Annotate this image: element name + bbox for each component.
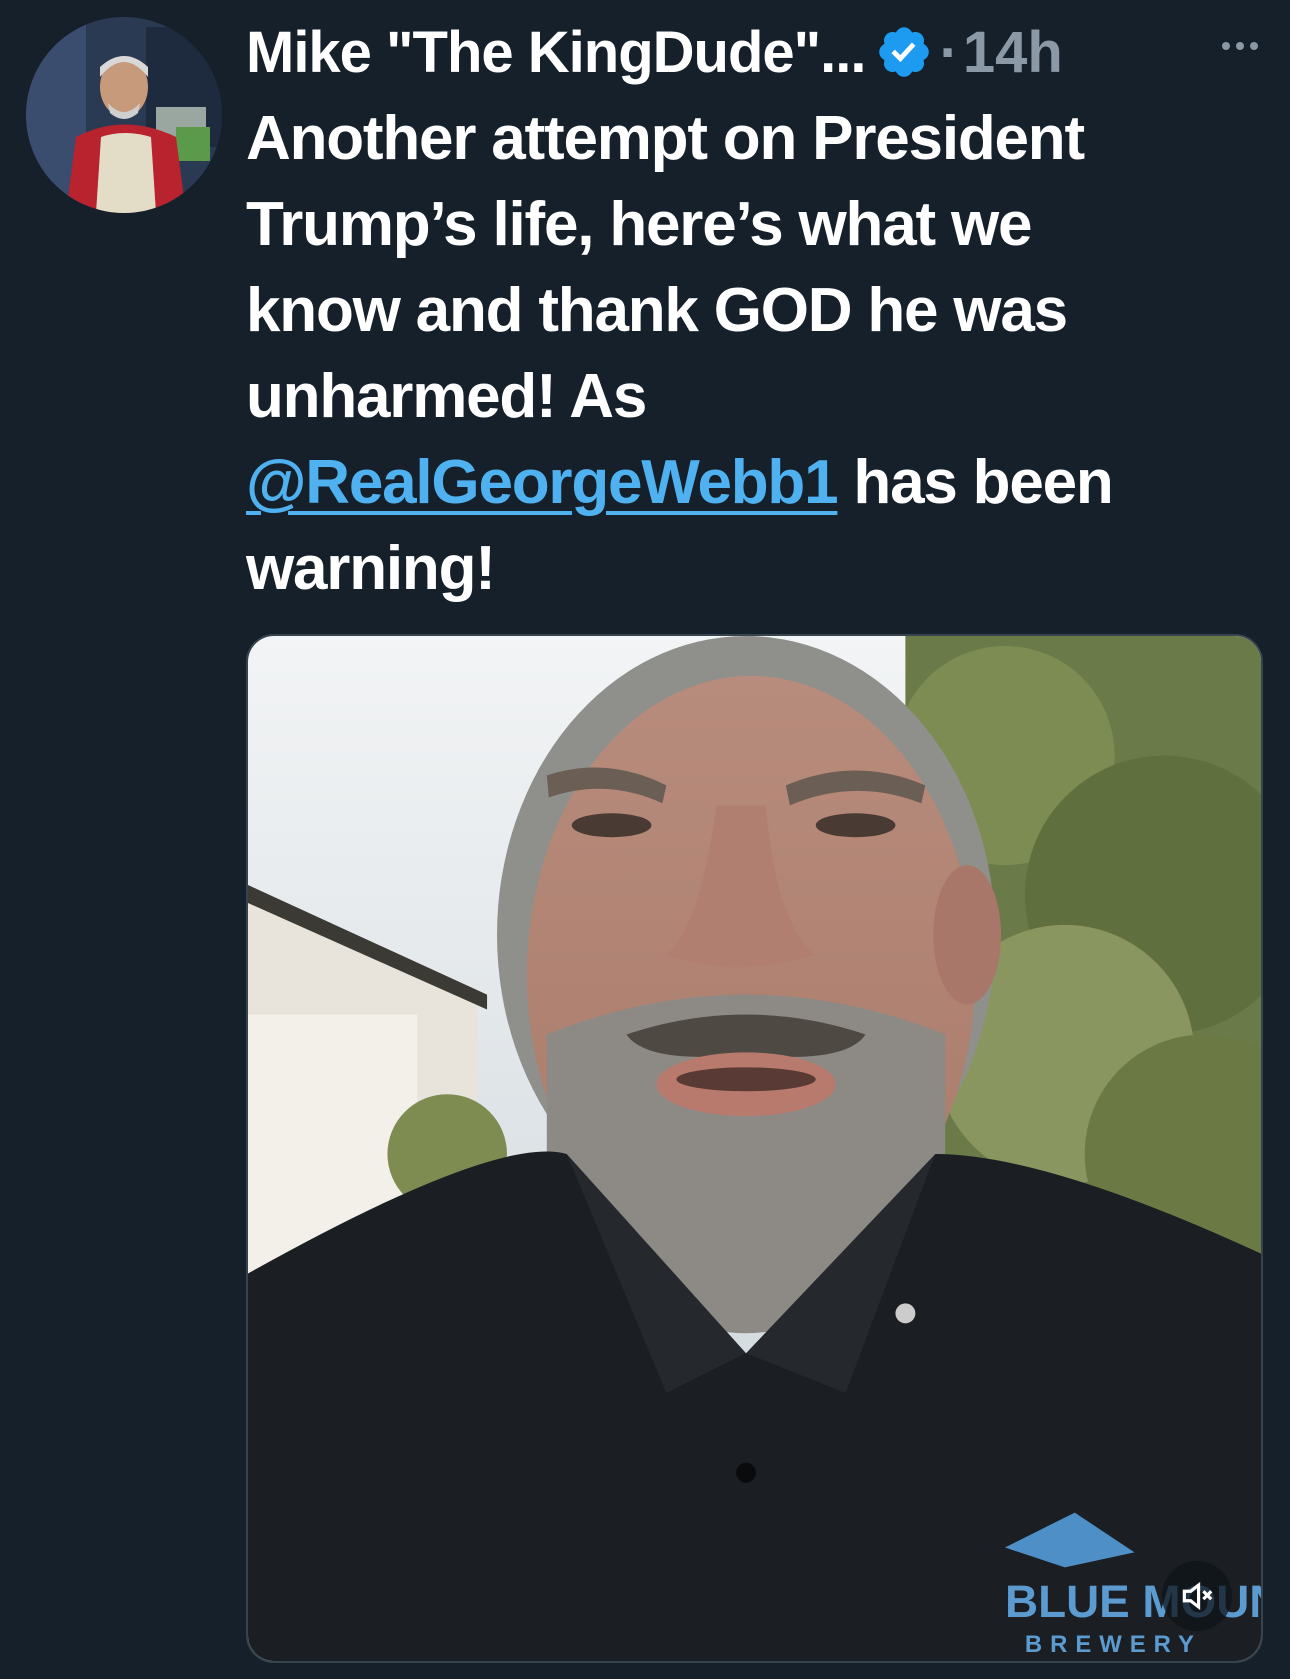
shirt-logo-subtext: BREWERY [1025,1631,1202,1658]
tweet-card[interactable]: Mike "The KingDude"... · 14h Another att… [0,0,1290,1679]
tweet-text-line: know and thank GOD he was [246,276,1068,345]
more-dot [1236,42,1244,50]
volume-muted-icon[interactable] [1162,1561,1232,1631]
video-player[interactable]: BLUE MOUNTAIN BREWERY [246,634,1263,1663]
more-dot [1222,42,1230,50]
tweet-timestamp[interactable]: 14h [963,19,1063,86]
tweet-text-line: warning! [246,534,496,603]
user-mention-link[interactable]: @RealGeorgeWebb1 [246,448,839,517]
tweet-text-fragment: has been [837,448,1113,517]
tweet-text-line: unharmed! As [246,362,647,431]
author-avatar[interactable] [26,17,222,213]
tweet-header: Mike "The KingDude"... · 14h [246,14,1063,90]
verified-badge-icon[interactable] [875,23,933,81]
tweet-text-line: Trump’s life, here’s what we [246,190,1032,259]
video-frame: BLUE MOUNTAIN BREWERY [248,636,1261,1661]
tweet-text: Another attempt on President Trump’s lif… [246,96,1256,612]
author-display-name[interactable]: Mike "The KingDude"... [246,19,866,86]
avatar-image [26,17,222,213]
tweet-text-line: @RealGeorgeWebb1 has been [246,440,1256,526]
header-separator: · [939,19,959,85]
more-dot [1250,42,1258,50]
tweet-text-line: Another attempt on President [246,104,1085,173]
more-horizontal-icon[interactable] [1212,26,1268,66]
